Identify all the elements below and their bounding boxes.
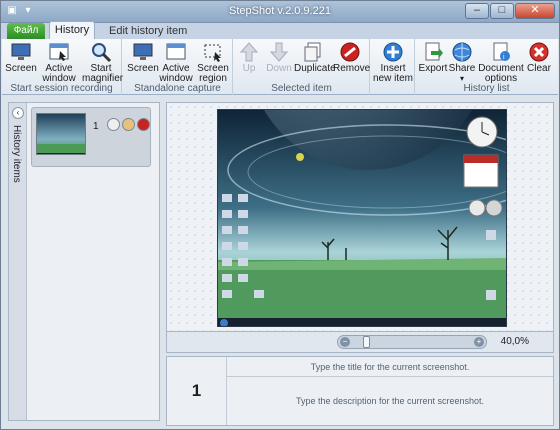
group-standalone-capture: Screen Active window Screen region Stand… [123, 39, 233, 95]
duplicate-button[interactable]: Duplicate [294, 39, 336, 74]
button-label: Export [418, 63, 448, 74]
arrow-down-icon [269, 42, 289, 62]
button-label: Remove [333, 63, 371, 74]
clear-icon [529, 42, 549, 62]
zoom-bar: − + 40,0% [166, 331, 554, 353]
zoom-slider-knob[interactable] [363, 336, 371, 348]
export-icon [425, 42, 443, 61]
zoom-value: 40,0% [500, 336, 529, 347]
capture-active-window-button[interactable]: Active window [159, 39, 193, 84]
button-label: Document options [478, 63, 524, 84]
remove-icon [340, 42, 360, 62]
button-label: Active window [159, 63, 193, 84]
history-list: 1 [27, 103, 159, 420]
item-number: 1 [93, 121, 99, 132]
document-options-button[interactable]: i Document options [478, 39, 524, 84]
group-label: Selected item [271, 83, 332, 94]
move-up-button[interactable]: Up [236, 39, 262, 74]
item-edit-icon[interactable] [122, 118, 135, 131]
app-window: ▣ ▾ StepShot v.2.0.9.221 – □ ✕ Файл Hist… [0, 0, 560, 430]
screenshot-preview-area [166, 102, 554, 352]
ribbon-tabs: Файл History Edit history item [1, 21, 559, 39]
current-item-number: 1 [167, 357, 227, 425]
document-options-icon: i [493, 42, 510, 61]
screenshot-preview-image[interactable] [217, 109, 507, 327]
button-label: Screen region [197, 63, 229, 84]
group-history-list: Export Share ▾ i Document options Clear … [416, 39, 557, 95]
group-label: Start session recording [10, 83, 113, 94]
button-label: Screen [127, 63, 159, 74]
button-label: Insert new item [373, 63, 414, 84]
group-insert: Insert new item [371, 39, 415, 95]
button-label: Screen [5, 63, 37, 74]
minimize-button[interactable]: – [465, 3, 489, 19]
button-label: Clear [527, 63, 551, 74]
history-items-vertical-tab[interactable]: ‹ History items [9, 103, 27, 420]
history-item[interactable]: 1 [31, 107, 151, 167]
ribbon: Screen Active window Start magnifier Sta… [2, 39, 558, 95]
tab-history[interactable]: History [49, 21, 95, 39]
button-label: Up [242, 63, 256, 74]
session-active-window-button[interactable]: Active window [39, 39, 79, 84]
maximize-button[interactable]: □ [490, 3, 514, 19]
group-label: History list [463, 83, 510, 94]
capture-screen-region-button[interactable]: Screen region [195, 39, 231, 84]
collapse-arrow-icon[interactable]: ‹ [12, 107, 24, 119]
screenshot-title-field[interactable]: Type the title for the current screensho… [227, 357, 553, 377]
screenshot-description-field[interactable]: Type the description for the current scr… [227, 377, 553, 425]
group-label: Standalone capture [134, 83, 221, 94]
share-button[interactable]: Share ▾ [448, 39, 476, 84]
remove-button[interactable]: Remove [333, 39, 371, 74]
button-label: Duplicate [294, 63, 336, 74]
history-items-panel: ‹ History items 1 [8, 102, 160, 421]
button-label: Down [266, 63, 292, 74]
globe-icon [452, 42, 472, 62]
title-bar: ▣ ▾ StepShot v.2.0.9.221 – □ ✕ [1, 1, 559, 23]
export-button[interactable]: Export [418, 39, 448, 74]
zoom-slider[interactable]: − + [337, 335, 487, 349]
button-label: Share [448, 63, 476, 74]
button-label: Active window [42, 63, 76, 84]
item-actions [107, 118, 150, 131]
region-select-icon [204, 44, 221, 62]
item-remove-icon[interactable] [137, 118, 150, 131]
item-options-icon[interactable] [107, 118, 120, 131]
zoom-out-icon[interactable]: − [340, 337, 350, 347]
zoom-in-icon[interactable]: + [474, 337, 484, 347]
start-magnifier-button[interactable]: Start magnifier [82, 39, 124, 84]
monitor-icon [11, 43, 31, 60]
item-editor: 1 Type the title for the current screens… [166, 356, 554, 426]
session-screen-button[interactable]: Screen [5, 39, 37, 74]
move-down-button[interactable]: Down [264, 39, 294, 74]
close-button[interactable]: ✕ [515, 3, 555, 19]
window-icon [49, 43, 69, 61]
duplicate-icon [304, 42, 321, 62]
capture-screen-button[interactable]: Screen [127, 39, 159, 74]
arrow-up-icon [239, 42, 259, 62]
monitor-icon [133, 43, 153, 60]
window-icon [166, 43, 186, 60]
tab-edit-history-item[interactable]: Edit history item [109, 23, 187, 39]
button-label: Start magnifier [82, 63, 124, 84]
magnifier-icon [92, 43, 112, 63]
screenshot-thumbnail[interactable] [36, 113, 86, 155]
group-start-session-recording: Screen Active window Start magnifier Sta… [2, 39, 124, 95]
group-selected-item: Up Down Duplicate Remove Selected item [234, 39, 370, 95]
file-tab[interactable]: Файл [7, 23, 45, 39]
history-items-label: History items [11, 125, 22, 183]
insert-new-item-button[interactable]: Insert new item [373, 39, 413, 84]
insert-plus-icon [383, 42, 403, 62]
clear-button[interactable]: Clear [524, 39, 554, 74]
